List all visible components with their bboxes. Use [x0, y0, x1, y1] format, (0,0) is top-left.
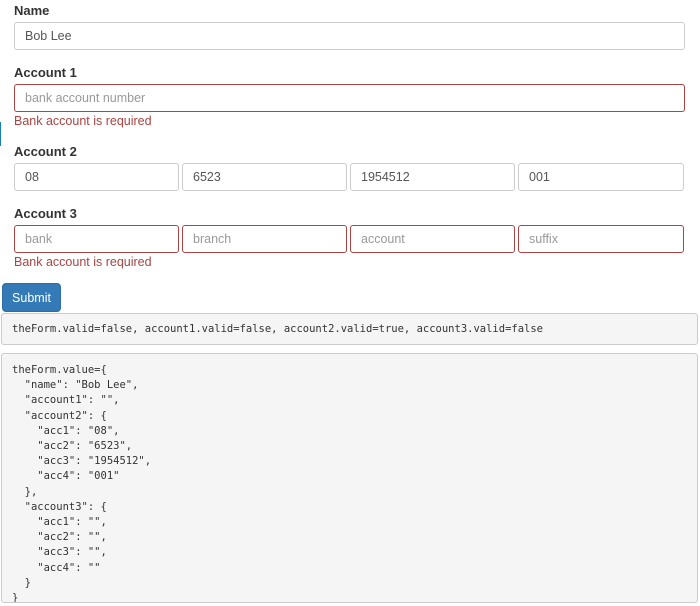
account3-suffix-input[interactable]	[518, 225, 684, 253]
submit-button[interactable]: Submit	[2, 283, 61, 312]
name-input[interactable]	[14, 22, 685, 50]
account2-account-input[interactable]	[350, 163, 515, 191]
account1-input[interactable]	[14, 84, 685, 112]
name-label: Name	[14, 3, 50, 18]
form-value-output: theForm.value={ "name": "Bob Lee", "acco…	[1, 353, 698, 603]
account3-bank-input[interactable]	[14, 225, 179, 253]
account1-error-message: Bank account is required	[14, 114, 152, 128]
account1-label: Account 1	[14, 65, 77, 80]
account2-bank-input[interactable]	[14, 163, 179, 191]
account2-label: Account 2	[14, 144, 77, 159]
account2-suffix-input[interactable]	[518, 163, 684, 191]
page: Name Account 1 Bank account is required …	[0, 0, 700, 606]
account3-account-input[interactable]	[350, 225, 515, 253]
account3-error-message: Bank account is required	[14, 255, 152, 269]
account3-branch-input[interactable]	[182, 225, 347, 253]
form-validity-output: theForm.valid=false, account1.valid=fals…	[1, 313, 698, 345]
left-edge-marker	[0, 122, 1, 146]
account2-branch-input[interactable]	[182, 163, 347, 191]
account3-label: Account 3	[14, 206, 77, 221]
